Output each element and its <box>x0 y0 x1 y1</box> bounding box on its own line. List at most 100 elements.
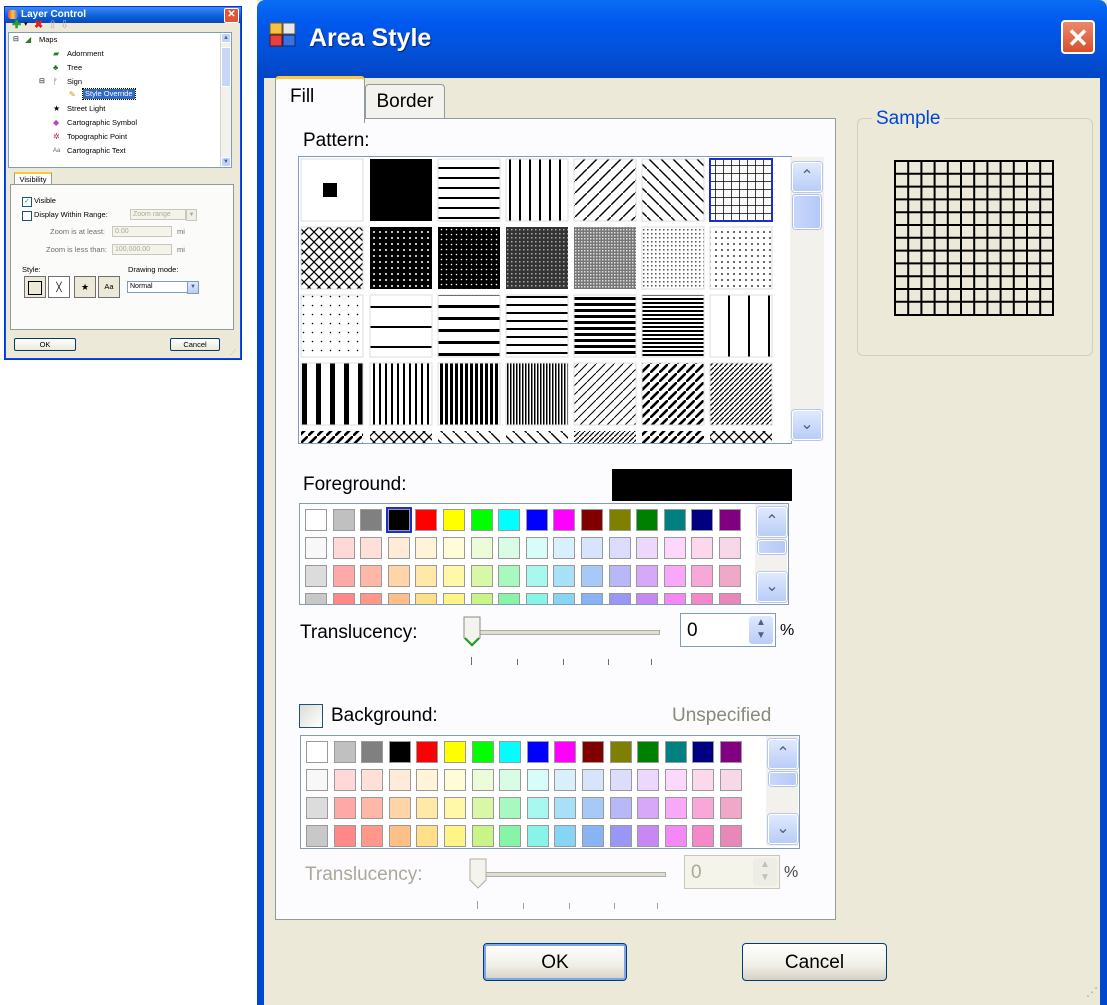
color-swatch[interactable] <box>609 741 632 763</box>
color-swatch[interactable] <box>361 741 384 763</box>
point-style-button[interactable]: ★ <box>74 276 96 298</box>
cancel-button[interactable]: Cancel <box>742 943 887 981</box>
translucency-spin-arrows-icon[interactable]: ▲ ▼ <box>749 616 773 644</box>
tab-border[interactable]: Border <box>365 84 445 119</box>
color-swatch[interactable] <box>609 797 632 819</box>
color-swatch[interactable] <box>499 769 522 791</box>
color-swatch[interactable] <box>333 825 356 847</box>
color-swatch[interactable] <box>692 769 715 791</box>
pattern-scroll-down-icon[interactable]: ⌄ <box>792 410 822 440</box>
color-swatch[interactable] <box>719 509 741 531</box>
foreground-scroll-thumb[interactable] <box>758 540 786 554</box>
color-swatch[interactable] <box>415 537 438 559</box>
color-swatch[interactable] <box>581 509 603 531</box>
text-style-button[interactable]: Aa <box>98 276 120 298</box>
color-swatch[interactable] <box>416 741 439 763</box>
color-swatch[interactable] <box>333 741 356 763</box>
translucency-slider-thumb[interactable] <box>462 616 482 648</box>
bg-translucency-slider-track[interactable] <box>474 872 666 877</box>
bg-translucency-spinbox[interactable]: 0 ▲ ▼ <box>684 855 780 889</box>
color-swatch[interactable] <box>720 825 742 847</box>
tree-item-cartographic-symbol[interactable]: Cartographic Symbol <box>67 118 137 128</box>
color-swatch[interactable] <box>720 797 742 819</box>
layer-tree-scrollbar[interactable]: ▲ ▼ <box>220 33 231 167</box>
color-swatch[interactable] <box>443 593 465 604</box>
color-swatch[interactable] <box>719 565 741 587</box>
add-layer-icon[interactable]: ✚ <box>12 18 21 32</box>
color-swatch[interactable] <box>387 565 410 587</box>
color-swatch[interactable] <box>719 593 741 604</box>
color-swatch[interactable] <box>636 593 659 604</box>
move-down-icon[interactable]: ⇩ <box>60 18 69 32</box>
color-swatch[interactable] <box>692 825 715 847</box>
color-swatch[interactable] <box>385 507 412 533</box>
color-swatch[interactable] <box>471 797 494 819</box>
color-swatch[interactable] <box>416 797 439 819</box>
color-swatch[interactable] <box>553 509 576 531</box>
color-swatch[interactable] <box>332 565 355 587</box>
color-swatch[interactable] <box>470 565 493 587</box>
layer-control-ok-button[interactable]: OK <box>14 338 76 351</box>
color-swatch[interactable] <box>306 741 328 763</box>
collapse-maps-icon[interactable]: ⊟ <box>13 35 19 45</box>
foreground-palette[interactable] <box>299 503 789 605</box>
color-swatch[interactable] <box>581 565 603 587</box>
color-swatch[interactable] <box>360 565 383 587</box>
color-swatch[interactable] <box>306 797 328 819</box>
color-swatch[interactable] <box>663 565 686 587</box>
color-swatch[interactable] <box>332 537 355 559</box>
color-swatch[interactable] <box>664 797 687 819</box>
color-swatch[interactable] <box>526 741 549 763</box>
color-swatch[interactable] <box>333 769 356 791</box>
color-swatch[interactable] <box>498 537 521 559</box>
delete-layer-icon[interactable]: ✖ <box>34 18 43 32</box>
color-swatch[interactable] <box>691 593 714 604</box>
layer-control-resize-grip-icon[interactable]: ⋰ <box>230 350 236 356</box>
color-swatch[interactable] <box>609 769 632 791</box>
color-swatch[interactable] <box>637 769 660 791</box>
color-swatch[interactable] <box>305 593 327 604</box>
tree-item-topographic-point[interactable]: Topographic Point <box>67 132 127 142</box>
color-swatch[interactable] <box>663 537 686 559</box>
color-swatch[interactable] <box>582 825 604 847</box>
layer-tree[interactable]: ⊟ ◢ Maps ▰ Adornment ♣ Tree ⊟ ᚠ Sign ✎ S… <box>8 32 232 168</box>
zoom-range-chevron-icon[interactable]: ▼ <box>186 209 197 221</box>
line-style-button[interactable]: ╳ <box>48 276 70 298</box>
color-swatch[interactable] <box>305 509 327 531</box>
color-swatch[interactable] <box>608 593 631 604</box>
color-swatch[interactable] <box>306 769 328 791</box>
display-range-checkbox[interactable] <box>22 211 32 221</box>
foreground-scroll-up-icon[interactable]: ⌃ <box>757 507 787 537</box>
color-swatch[interactable] <box>360 537 383 559</box>
color-swatch[interactable] <box>581 593 603 604</box>
background-checkbox[interactable] <box>299 704 323 728</box>
color-swatch[interactable] <box>306 825 328 847</box>
color-swatch[interactable] <box>444 825 466 847</box>
color-swatch[interactable] <box>720 769 742 791</box>
color-swatch[interactable] <box>499 797 522 819</box>
bg-translucency-spin-arrows-icon[interactable]: ▲ ▼ <box>753 858 777 886</box>
color-swatch[interactable] <box>553 537 576 559</box>
color-swatch[interactable] <box>526 797 549 819</box>
color-swatch[interactable] <box>388 797 411 819</box>
color-swatch[interactable] <box>388 825 411 847</box>
color-swatch[interactable] <box>554 741 577 763</box>
color-swatch[interactable] <box>361 769 384 791</box>
color-swatch[interactable] <box>609 825 632 847</box>
foreground-scroll-down-icon[interactable]: ⌄ <box>757 572 787 602</box>
color-swatch[interactable] <box>333 797 356 819</box>
color-swatch[interactable] <box>470 593 493 604</box>
color-swatch[interactable] <box>664 741 687 763</box>
color-swatch[interactable] <box>444 797 466 819</box>
color-swatch[interactable] <box>663 509 686 531</box>
tree-scroll-thumb[interactable] <box>221 47 231 87</box>
tree-item-tree[interactable]: Tree <box>67 63 82 73</box>
zoom-less-than-input[interactable]: 100,000.00 <box>112 244 172 255</box>
color-swatch[interactable] <box>636 565 659 587</box>
zoom-range-select[interactable]: Zoom range <box>130 209 186 220</box>
color-swatch[interactable] <box>637 741 660 763</box>
color-swatch[interactable] <box>388 769 411 791</box>
color-swatch[interactable] <box>636 509 659 531</box>
color-swatch[interactable] <box>691 537 714 559</box>
color-swatch[interactable] <box>637 797 660 819</box>
